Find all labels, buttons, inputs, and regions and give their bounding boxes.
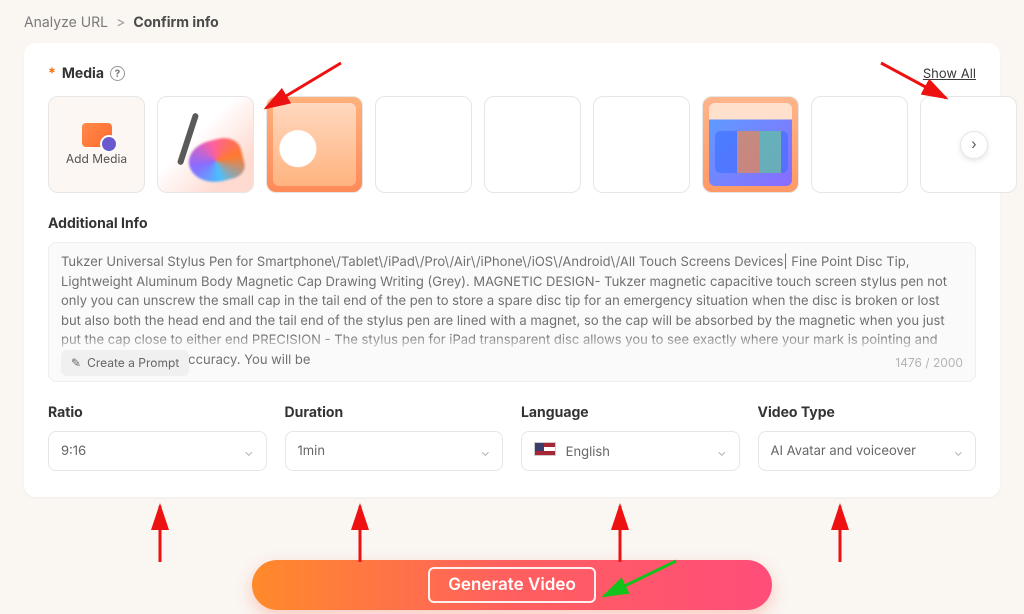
product-image-icon xyxy=(273,103,356,186)
language-control: Language English ⌄ xyxy=(521,404,740,471)
video-type-label: Video Type xyxy=(758,404,977,421)
ratio-value: 9:16 xyxy=(61,443,86,459)
breadcrumb: Analyze URL > Confirm info xyxy=(0,0,1024,37)
chevron-down-icon: ⌄ xyxy=(481,444,490,459)
media-thumb-1[interactable] xyxy=(157,96,254,193)
media-thumb-4[interactable] xyxy=(484,96,581,193)
create-prompt-button[interactable]: ✎ Create a Prompt xyxy=(61,350,189,376)
media-thumb-3[interactable] xyxy=(375,96,472,193)
chevron-right-icon: > xyxy=(116,14,125,31)
char-counter: 1476 / 2000 xyxy=(895,354,963,372)
video-type-value: AI Avatar and voiceover xyxy=(771,443,917,459)
generate-video-label: Generate Video xyxy=(428,567,596,603)
breadcrumb-step-confirm: Confirm info xyxy=(133,14,218,31)
language-select[interactable]: English ⌄ xyxy=(521,431,740,471)
media-scroll-next-button[interactable]: › xyxy=(960,131,988,159)
media-thumb-6[interactable] xyxy=(702,96,799,193)
confirm-info-card: * Media ? Show All Add Media › xyxy=(24,43,1000,497)
duration-select[interactable]: 1min ⌄ xyxy=(285,431,504,471)
duration-control: Duration 1min ⌄ xyxy=(285,404,504,471)
annotation-arrow-red-icon xyxy=(820,500,860,570)
flag-us-icon xyxy=(534,442,556,456)
annotation-arrow-red-icon xyxy=(140,500,180,570)
media-label: Media xyxy=(62,65,104,82)
add-media-button[interactable]: Add Media xyxy=(48,96,145,193)
language-label: Language xyxy=(521,404,740,421)
breadcrumb-step-analyze[interactable]: Analyze URL xyxy=(24,14,108,31)
ratio-label: Ratio xyxy=(48,404,267,421)
chevron-down-icon: ⌄ xyxy=(244,444,253,459)
chevron-down-icon: ⌄ xyxy=(717,444,726,459)
language-value: English xyxy=(566,444,610,460)
chevron-down-icon: ⌄ xyxy=(954,444,963,459)
media-thumb-row: Add Media › xyxy=(48,96,976,193)
media-thumb-2[interactable] xyxy=(266,96,363,193)
required-asterisk: * xyxy=(48,65,56,82)
video-type-select[interactable]: AI Avatar and voiceover ⌄ xyxy=(758,431,977,471)
duration-value: 1min xyxy=(298,443,326,459)
additional-info-title: Additional Info xyxy=(48,215,976,232)
compat-image-icon xyxy=(709,103,792,186)
options-row: Ratio 9:16 ⌄ Duration 1min ⌄ Language En… xyxy=(48,404,976,471)
duration-label: Duration xyxy=(285,404,504,421)
ratio-control: Ratio 9:16 ⌄ xyxy=(48,404,267,471)
image-plus-icon xyxy=(82,123,112,147)
generate-video-button[interactable]: Generate Video xyxy=(252,560,772,610)
stylus-image-icon xyxy=(171,110,241,180)
wand-icon: ✎ xyxy=(71,354,81,372)
create-prompt-label: Create a Prompt xyxy=(87,354,179,372)
media-header: * Media ? Show All xyxy=(48,65,976,82)
chevron-right-icon: › xyxy=(971,136,976,153)
add-media-label: Add Media xyxy=(66,151,127,166)
info-footer: ✎ Create a Prompt 1476 / 2000 xyxy=(49,349,975,381)
additional-info-textarea[interactable]: Tukzer Universal Stylus Pen for Smartpho… xyxy=(48,242,976,382)
help-icon[interactable]: ? xyxy=(110,66,125,81)
video-type-control: Video Type AI Avatar and voiceover ⌄ xyxy=(758,404,977,471)
show-all-link[interactable]: Show All xyxy=(923,66,976,82)
media-thumb-7[interactable] xyxy=(811,96,908,193)
ratio-select[interactable]: 9:16 ⌄ xyxy=(48,431,267,471)
media-thumb-5[interactable] xyxy=(593,96,690,193)
